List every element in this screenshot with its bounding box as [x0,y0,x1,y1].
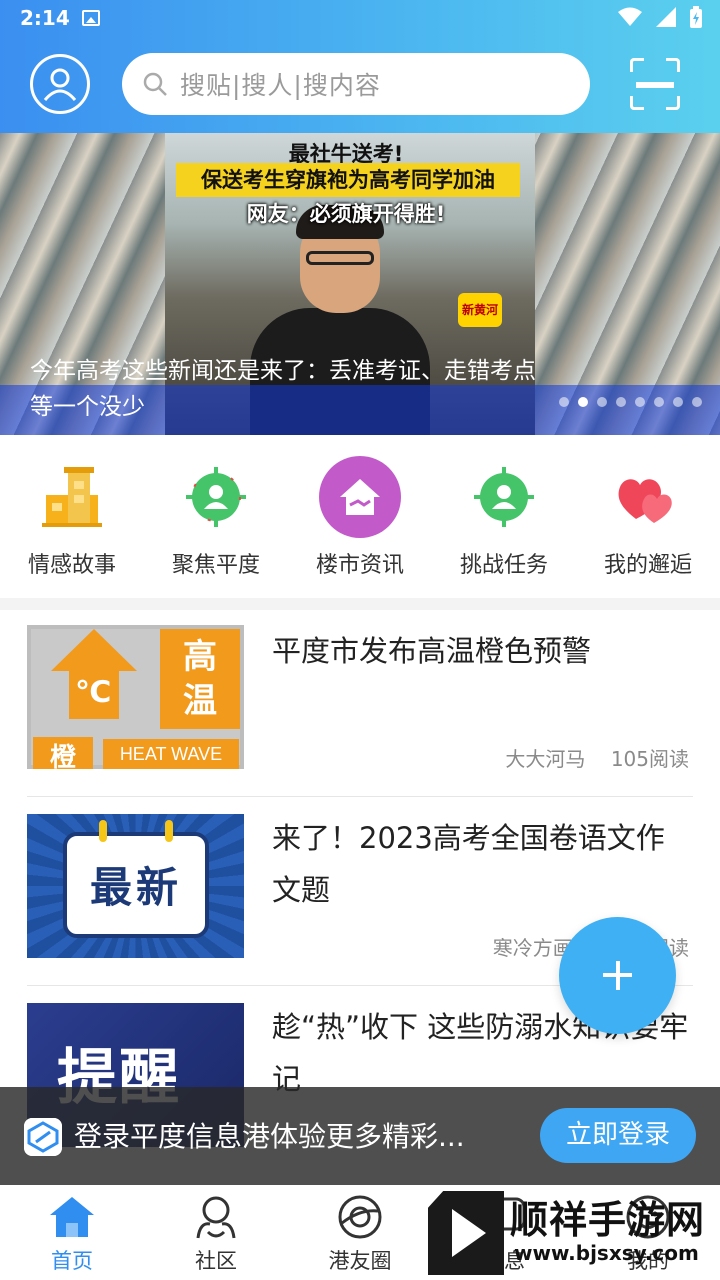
news-thumbnail-heatwave: ℃ 高温 橙 HEAT WAVE [27,625,244,769]
carousel-dot[interactable] [635,397,645,407]
carousel-dot[interactable] [597,397,607,407]
scan-corner [630,96,644,110]
community-icon [196,1196,236,1239]
search-bar[interactable]: 搜贴|搜人|搜内容 [122,53,590,115]
news-title: 来了！2023高考全国卷语文作文题 [272,821,665,907]
category-focus-pingdu[interactable]: 聚焦平度 [144,435,288,598]
target-person-icon [474,467,534,527]
login-prompt-bar: 登录平度信息港体验更多精彩... 立即登录 [0,1087,720,1185]
scan-corner [666,96,680,110]
watermark-logo [428,1191,504,1275]
house-icon [319,456,401,538]
scan-corner [666,58,680,72]
thumb-bottom-left: 橙 [33,737,93,769]
thumb-text: 最新 [89,863,182,912]
category-my-encounters[interactable]: 我的邂逅 [576,435,720,598]
tab-label: 社区 [195,1249,237,1273]
watermark-url: www.bjsxsy.com [514,1241,699,1265]
category-label: 挑战任务 [459,553,548,578]
carousel-dot[interactable] [692,397,702,407]
signal-icon [656,7,676,27]
login-prompt-text: 登录平度信息港体验更多精彩... [74,1120,465,1153]
site-watermark: 顺祥手游网 www.bjsxsy.com [428,1187,720,1280]
tab-label: 首页 [51,1249,93,1273]
news-title: 平度市发布高温橙色预警 [272,634,592,668]
carousel-dot[interactable] [559,397,569,407]
watermark-title: 顺祥手游网 [510,1198,706,1242]
carousel-dot[interactable] [673,397,683,407]
building-icon [42,467,102,527]
user-icon [43,68,77,101]
category-row: 情感故事 聚焦平度 楼市资讯 挑战任务 我的邂逅 [0,435,720,598]
image-notification-icon [82,10,100,26]
news-author: 寒冷方画 [492,936,573,960]
thumb-unit: ℃ [75,675,112,710]
banner-caption[interactable]: 今年高考这些新闻还是来了：丢准考证、走错考点等一个没少 [30,353,550,425]
battery-icon [690,6,702,28]
banner-headline-2: 保送考生穿旗袍为高考同学加油 [176,163,520,197]
tab-home[interactable]: 首页 [0,1185,144,1280]
news-meta: 大大河马 105阅读 [505,743,689,772]
category-challenge-tasks[interactable]: 挑战任务 [432,435,576,598]
hearts-icon [618,479,672,523]
source-logo: 新黄河 [458,293,502,327]
status-time: 2:14 [20,6,70,30]
category-label: 楼市资讯 [315,553,404,578]
list-divider [27,796,693,797]
user-avatar-button[interactable] [30,54,90,114]
tab-community[interactable]: 社区 [144,1185,288,1280]
news-item[interactable]: ℃ 高温 橙 HEAT WAVE 平度市发布高温橙色预警 大大河马 105阅读 [27,625,693,772]
scan-icon [630,58,644,72]
search-placeholder: 搜贴|搜人|搜内容 [180,71,381,100]
login-now-button[interactable]: 立即登录 [540,1108,696,1163]
wifi-icon [618,7,642,26]
tab-label: 港友圈 [328,1249,392,1273]
scan-button[interactable] [630,58,680,110]
status-bar: 2:14 [0,0,720,36]
thumb-bottom-right: HEAT WAVE [103,739,239,769]
news-thumbnail-latest: 最新 [27,814,244,958]
carousel-dot[interactable] [616,397,626,407]
scan-line [636,82,674,88]
category-label: 聚焦平度 [171,553,260,578]
news-author: 大大河马 [505,747,586,771]
carousel-dot[interactable] [654,397,664,407]
thumb-top-text: 高温 [160,629,240,729]
category-label: 我的邂逅 [603,553,692,578]
app-logo-icon [24,1118,62,1156]
section-separator [0,598,720,610]
carousel-dot[interactable] [578,397,588,407]
home-icon [50,1197,94,1237]
category-emotional-stories[interactable]: 情感故事 [0,435,144,598]
target-person-icon [186,467,246,527]
category-real-estate[interactable]: 楼市资讯 [288,435,432,598]
news-reads: 105阅读 [610,747,689,771]
banner-person-glasses [306,251,374,265]
tab-friends-circle[interactable]: 港友圈 [288,1185,432,1280]
add-post-button[interactable] [559,917,676,1034]
banner-carousel[interactable]: 最社牛送考! 保送考生穿旗袍为高考同学加油 网友：必须旗开得胜! 新黄河 今年高… [0,133,720,435]
search-icon [143,72,167,96]
banner-headline-3: 网友：必须旗开得胜! [246,202,446,226]
planet-icon [338,1195,382,1239]
play-icon [452,1209,486,1257]
carousel-indicator [559,397,702,407]
category-label: 情感故事 [27,553,116,578]
app-header: 2:14 搜贴|搜人|搜内容 [0,0,720,133]
